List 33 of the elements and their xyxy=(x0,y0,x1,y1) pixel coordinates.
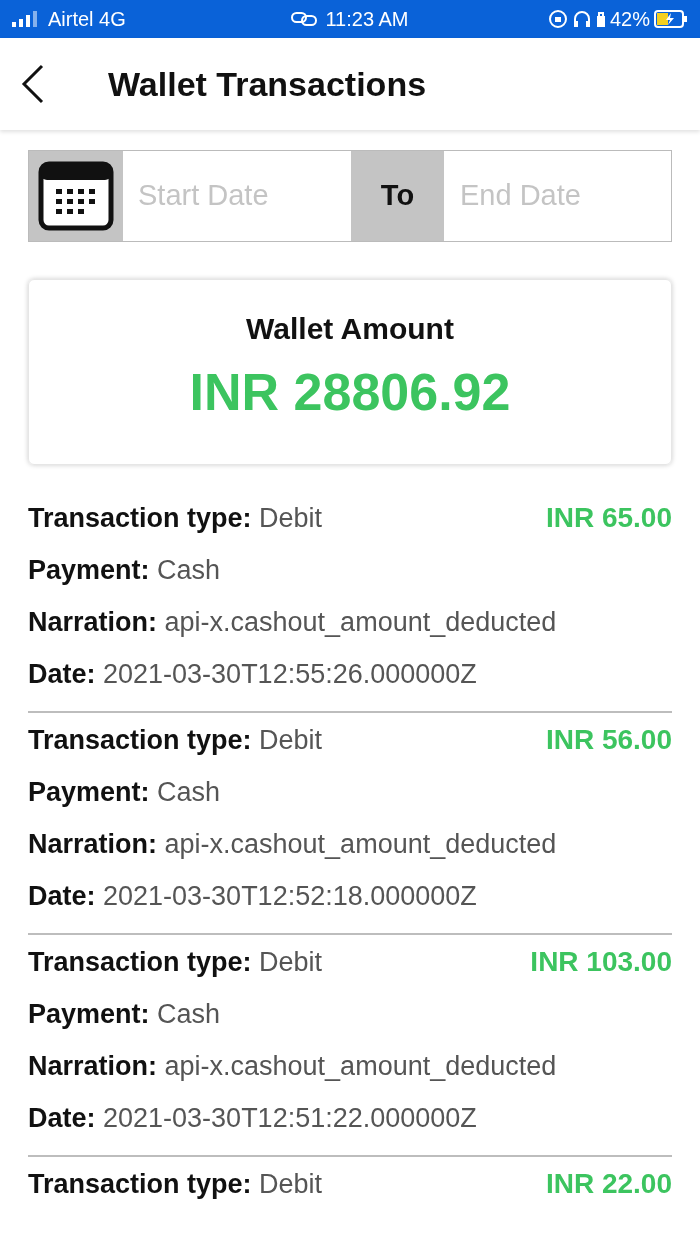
transaction-detail: Date: 2021-03-30T12:55:26.000000Z xyxy=(28,658,477,691)
clock-time: 11:23 AM xyxy=(325,7,409,32)
transaction-detail: Narration: api-x.cashout_amount_deducted xyxy=(28,828,557,861)
transaction-amount: INR 56.00 xyxy=(545,723,672,757)
transaction-detail: Date: 2021-03-30T12:52:18.000000Z xyxy=(28,880,477,913)
transaction-detail: Payment: Cash xyxy=(28,776,221,809)
transaction-detail: Date: 2021-03-30T12:51:22.000000Z xyxy=(28,1102,477,1135)
transaction-amount: INR 22.00 xyxy=(545,1167,672,1201)
transaction-detail: Payment: Cash xyxy=(28,998,221,1031)
start-date-field[interactable]: Start Date xyxy=(123,150,351,242)
transaction-detail: Transaction type: Debit xyxy=(28,1168,323,1201)
transaction-detail: Narration: api-x.cashout_amount_deducted xyxy=(28,606,557,639)
transaction-detail: Payment: Cash xyxy=(28,554,221,587)
transaction-detail: Transaction type: Debit xyxy=(28,502,323,535)
transaction-detail: Transaction type: Debit xyxy=(28,724,323,757)
transaction-detail: Transaction type: Debit xyxy=(28,946,323,979)
battery-percent: 42% xyxy=(609,7,650,32)
transaction-amount: INR 65.00 xyxy=(545,501,672,535)
end-date-field[interactable]: End Date xyxy=(444,150,672,242)
wallet-label: Wallet Amount xyxy=(246,314,454,344)
lock-icon xyxy=(595,10,606,28)
signal-icon xyxy=(12,11,40,27)
page-title: Wallet Transactions xyxy=(108,63,427,105)
rotation-lock-icon xyxy=(547,9,568,29)
carrier-name: Airtel 4G xyxy=(48,7,126,32)
wallet-amount: INR 28806.92 xyxy=(189,366,511,418)
headphones-icon xyxy=(571,9,592,29)
calendar-icon[interactable] xyxy=(28,150,123,242)
battery-icon xyxy=(654,10,688,28)
transaction-amount: INR 103.00 xyxy=(530,945,672,979)
link-icon xyxy=(291,11,318,27)
transaction-detail: Narration: api-x.cashout_amount_deducted xyxy=(28,1050,557,1083)
to-label: To xyxy=(351,150,444,242)
